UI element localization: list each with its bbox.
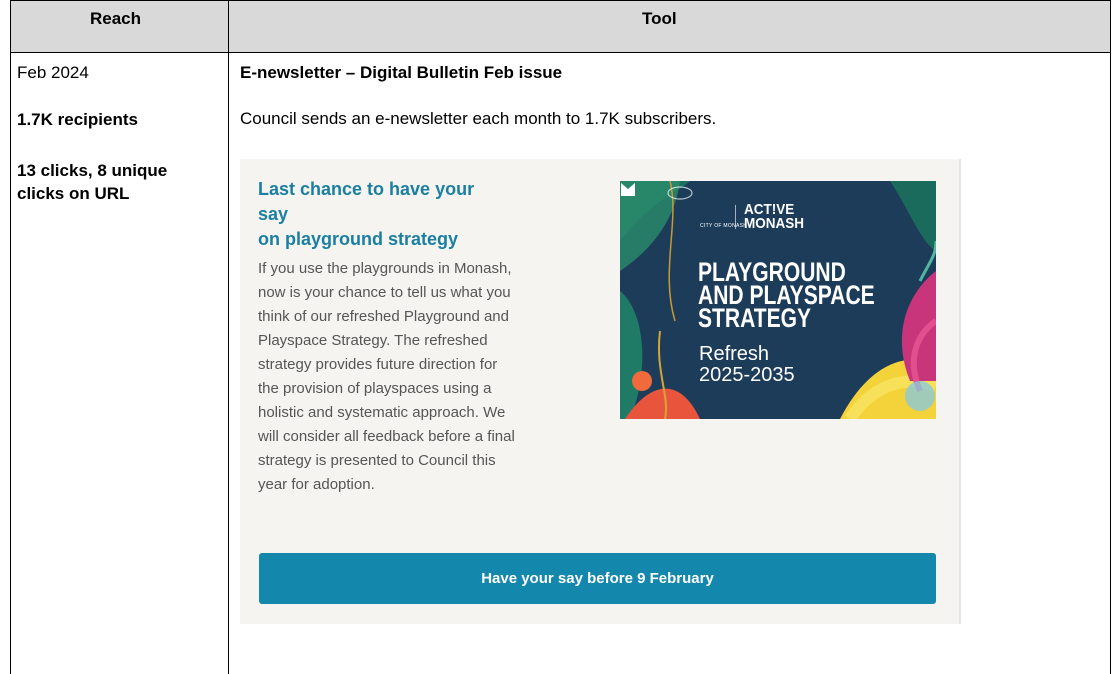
reach-date: Feb 2024 bbox=[17, 63, 89, 82]
city-of-monash-logo-icon bbox=[621, 183, 635, 196]
poster-subtitle-line2: 2025-2035 bbox=[699, 364, 795, 386]
reach-column-header: Reach bbox=[90, 9, 142, 28]
poster-logo-caption: CITY OF MONASH bbox=[700, 223, 748, 229]
card-body-text: If you use the playgrounds in Monash, no… bbox=[258, 257, 588, 497]
poster-headline: PLAYGROUND AND PLAYSPACE STRATEGY bbox=[698, 259, 885, 333]
have-your-say-button[interactable]: Have your say before 9 February bbox=[259, 553, 936, 604]
card-body-line: holistic and systematic approach. We bbox=[258, 404, 506, 421]
table-header-row bbox=[10, 0, 1111, 52]
card-heading[interactable]: Last chance to have your say on playgrou… bbox=[258, 177, 508, 252]
card-body-line: think of our refreshed Playground and bbox=[258, 308, 509, 325]
poster-brand: ACT!VE MONASH bbox=[744, 202, 834, 232]
strategy-poster-image[interactable]: CITY OF MONASH ACT!VE MONASH PLAYGROUND … bbox=[620, 181, 936, 419]
card-body-line: now is your chance to tell us what you bbox=[258, 284, 511, 301]
card-body-line: strategy is presented to Council this bbox=[258, 452, 496, 469]
tool-description: Council sends an e-newsletter each month… bbox=[240, 109, 717, 128]
card-body-line: year for adoption. bbox=[258, 476, 375, 493]
poster-brand-line2: MONASH bbox=[744, 215, 805, 232]
poster-headline-line: STRATEGY bbox=[698, 303, 812, 333]
card-body-line: strategy provides future direction for bbox=[258, 356, 498, 373]
table-top-border bbox=[10, 0, 1111, 1]
tool-column-header: Tool bbox=[642, 9, 677, 28]
card-heading-line2: on playground strategy bbox=[258, 229, 459, 249]
reach-clicks-line1: 13 clicks, 8 unique bbox=[17, 161, 168, 180]
table-left-border bbox=[10, 0, 11, 674]
card-body-line: Playspace Strategy. The refreshed bbox=[258, 332, 488, 349]
reach-clicks-line2: clicks on URL bbox=[17, 184, 130, 203]
poster-logo-divider bbox=[735, 205, 736, 229]
column-divider bbox=[228, 0, 229, 674]
card-heading-line1: Last chance to have your say bbox=[258, 179, 475, 224]
card-body-line: will consider all feedback before a fina… bbox=[258, 428, 515, 445]
poster-subtitle: Refresh 2025-2035 bbox=[699, 344, 849, 386]
card-body-line: If you use the playgrounds in Monash, bbox=[258, 260, 512, 277]
table-right-border bbox=[1110, 0, 1111, 674]
reach-recipients: 1.7K recipients bbox=[17, 110, 138, 129]
card-body-line: the provision of playspaces using a bbox=[258, 380, 492, 397]
poster-subtitle-line1: Refresh bbox=[699, 343, 770, 365]
tool-title: E-newsletter – Digital Bulletin Feb issu… bbox=[240, 63, 563, 82]
header-bottom-border bbox=[10, 52, 1111, 53]
newsletter-card: Last chance to have your say on playgrou… bbox=[240, 159, 961, 624]
